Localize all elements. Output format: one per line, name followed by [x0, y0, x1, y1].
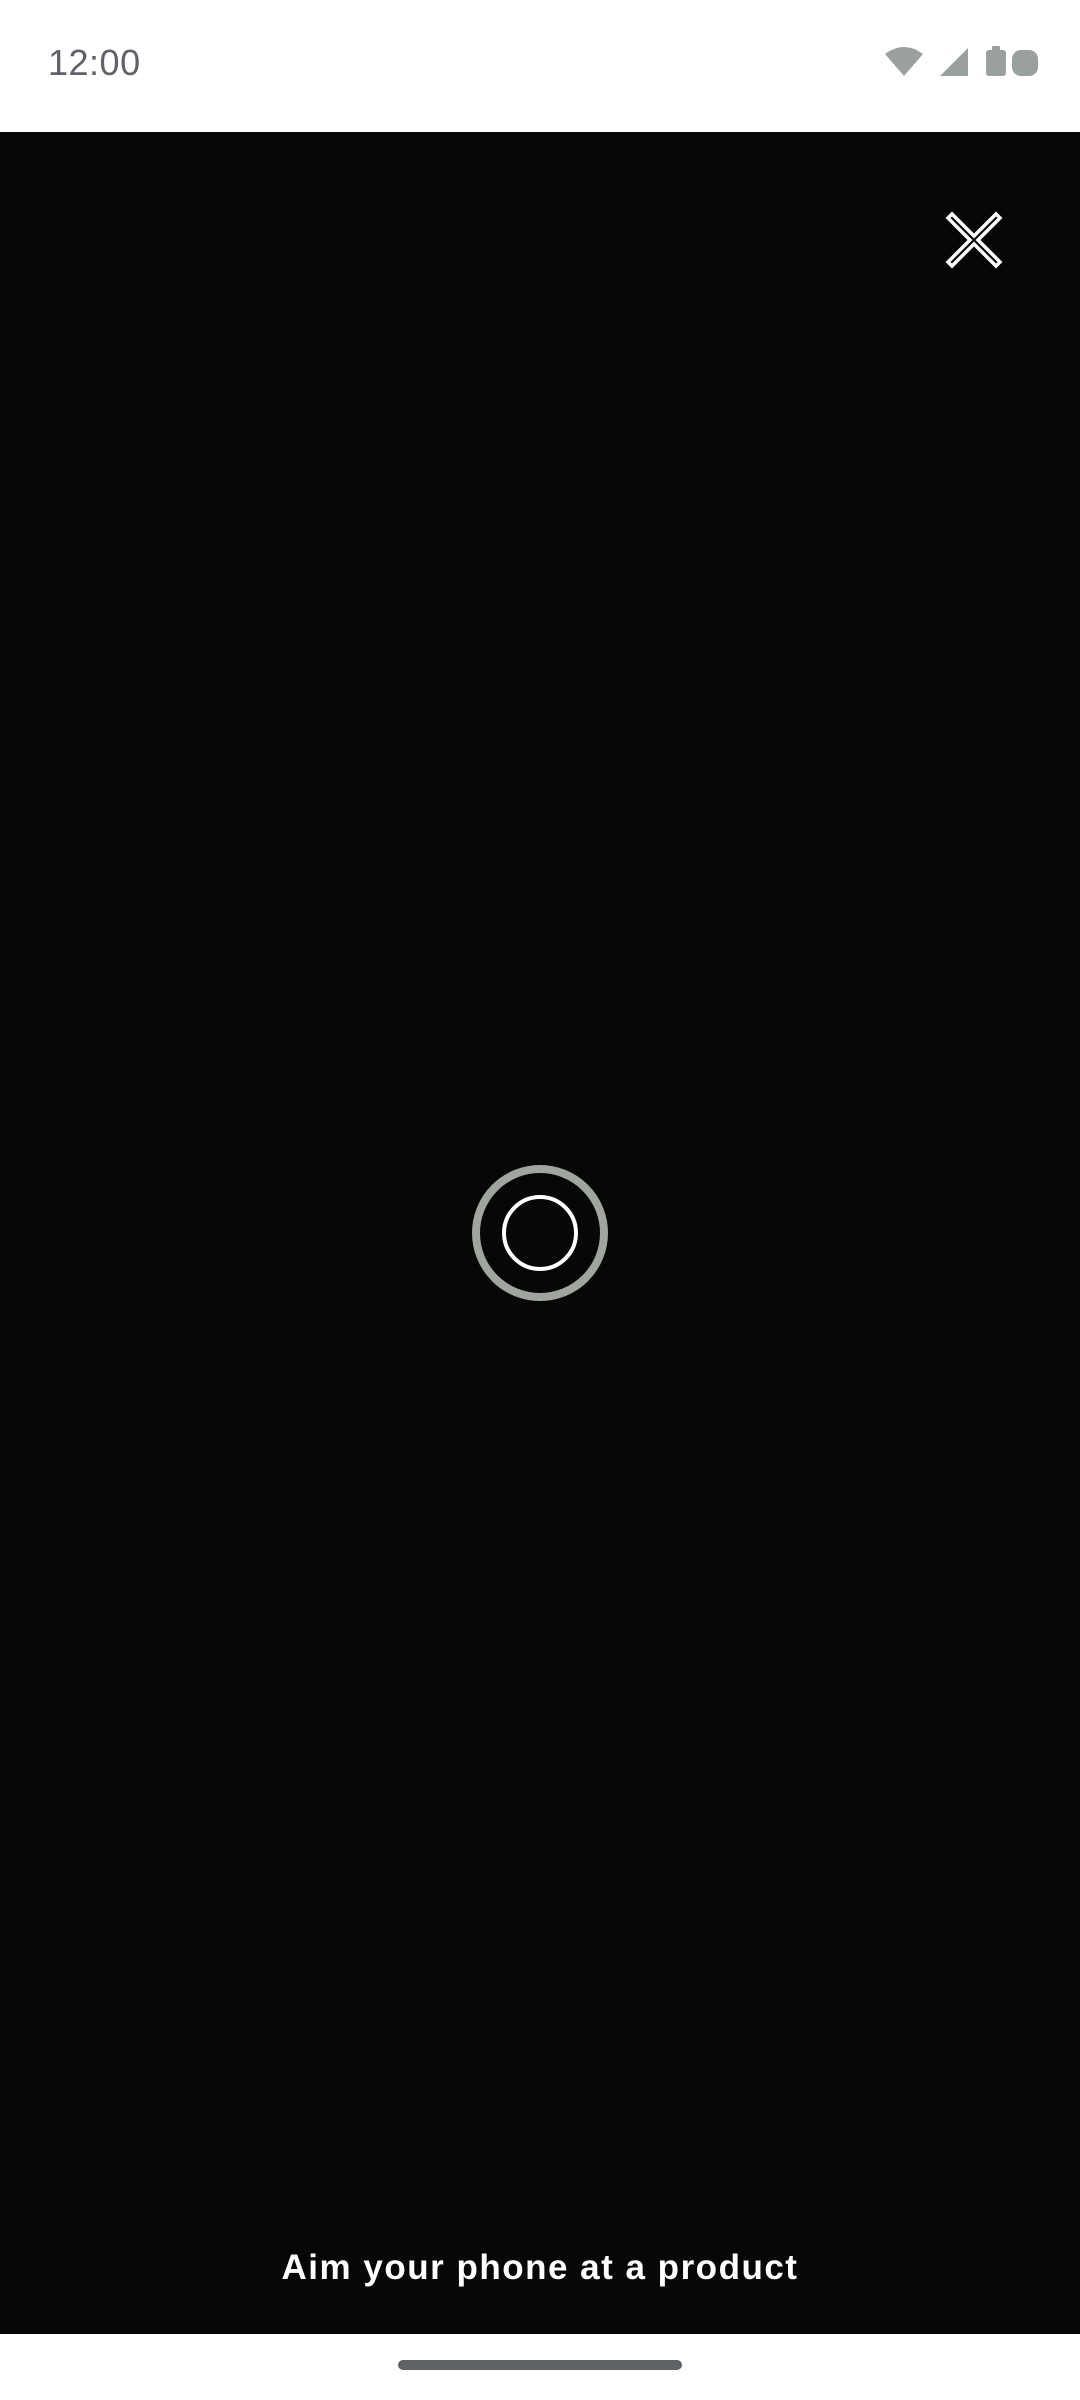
close-icon: [942, 208, 1006, 277]
gesture-navigation-bar: [0, 2334, 1080, 2400]
status-time: 12:00: [48, 42, 141, 83]
cellular-signal-icon: [938, 46, 970, 78]
battery-icon: [984, 46, 1040, 78]
focus-reticle-icon: [471, 1164, 609, 1302]
wifi-icon: [884, 46, 924, 78]
status-bar: 12:00: [0, 0, 1080, 132]
product-scanner-screen: 12:00 Aim your phone at a product: [0, 0, 1080, 2400]
close-button[interactable]: [930, 198, 1018, 286]
status-icons: [884, 46, 1040, 78]
aim-hint-text: Aim your phone at a product: [281, 2248, 799, 2287]
home-indicator[interactable]: [398, 2360, 682, 2370]
